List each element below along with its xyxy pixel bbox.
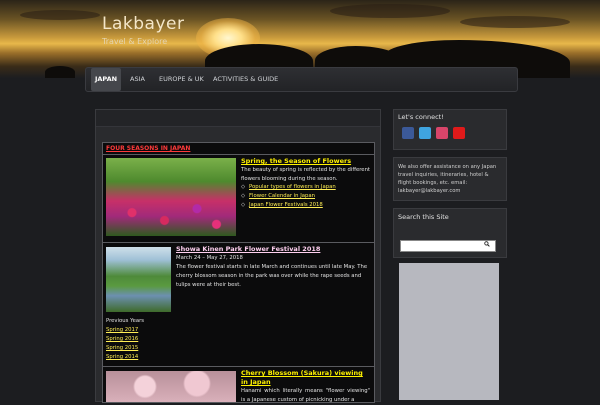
showa-festival-date: March 24 – May 27, 2018 <box>176 255 243 261</box>
cloud <box>460 16 570 28</box>
cloud <box>20 10 100 20</box>
table-title[interactable]: FOUR SEASONS IN JAPAN <box>106 145 190 152</box>
bullet-icon: ◇ <box>241 193 246 199</box>
search-title: Search this Site <box>398 213 449 221</box>
main-nav: JAPAN ASIA EUROPE & UK ACTIVITIES & GUID… <box>85 67 518 92</box>
main-content: FOUR SEASONS IN JAPAN Spring, the Season… <box>95 109 381 403</box>
nav-item-europe-uk[interactable]: EUROPE & UK <box>159 68 204 91</box>
cherry-blossom-title-link[interactable]: Cherry Blossom (Sakura) viewing in Japan <box>241 369 370 387</box>
tulip-field-image[interactable] <box>106 158 236 236</box>
sidebar-ad-panel <box>399 263 499 400</box>
bullet-icon: ◇ <box>241 202 246 208</box>
assistance-text: We also offer assistance on any Japan tr… <box>398 164 497 194</box>
showa-festival-title-link[interactable]: Showa Kinen Park Flower Festival 2018 <box>176 245 320 253</box>
spring-title-link[interactable]: Spring, the Season of Flowers <box>241 157 351 165</box>
row-divider <box>103 366 374 367</box>
seasons-table: FOUR SEASONS IN JAPAN Spring, the Season… <box>102 142 375 403</box>
facebook-icon[interactable] <box>402 127 414 139</box>
spring-2016-link[interactable]: Spring 2016 <box>106 336 138 342</box>
assistance-widget: We also offer assistance on any Japan tr… <box>393 157 507 201</box>
previous-years-label: Previous Years <box>106 318 145 324</box>
youtube-icon[interactable] <box>453 127 465 139</box>
cloud <box>330 4 450 18</box>
flower-calendar-link[interactable]: Flower Calendar in Japan <box>249 193 315 199</box>
island-silhouette <box>45 66 75 78</box>
flower-types-link[interactable]: Popular types of flowers in Japan <box>249 184 336 190</box>
cherry-blossom-image[interactable] <box>106 371 236 402</box>
instagram-icon[interactable] <box>436 127 448 139</box>
row-divider <box>103 242 374 243</box>
content-header-band <box>96 110 380 127</box>
spring-2017-link[interactable]: Spring 2017 <box>106 327 138 333</box>
showa-festival-description: The flower festival starts in late March… <box>176 264 368 288</box>
connect-title: Let's connect! <box>398 113 444 121</box>
spring-2015-link[interactable]: Spring 2015 <box>106 345 138 351</box>
nav-item-activities-guide[interactable]: ACTIVITIES & GUIDE <box>213 68 278 91</box>
connect-widget: Let's connect! <box>393 109 507 150</box>
row-divider <box>103 154 374 155</box>
site-tagline: Travel & Explore <box>102 37 168 46</box>
spring-description: The beauty of spring is reflected by the… <box>241 167 370 182</box>
showa-park-image[interactable] <box>106 247 171 312</box>
search-input[interactable] <box>400 240 496 252</box>
nav-item-japan[interactable]: JAPAN <box>91 68 121 91</box>
search-widget: Search this Site <box>393 208 507 258</box>
flower-festivals-link[interactable]: Japan Flower Festivals 2018 <box>249 202 323 208</box>
twitter-icon[interactable] <box>419 127 431 139</box>
cherry-blossom-description: Hanami which literally means "flower vie… <box>241 388 370 403</box>
nav-item-asia[interactable]: ASIA <box>130 68 145 91</box>
search-icon[interactable] <box>484 241 490 247</box>
spring-2014-link[interactable]: Spring 2014 <box>106 354 138 360</box>
bullet-icon: ◇ <box>241 184 246 190</box>
site-title[interactable]: Lakbayer <box>102 14 184 34</box>
